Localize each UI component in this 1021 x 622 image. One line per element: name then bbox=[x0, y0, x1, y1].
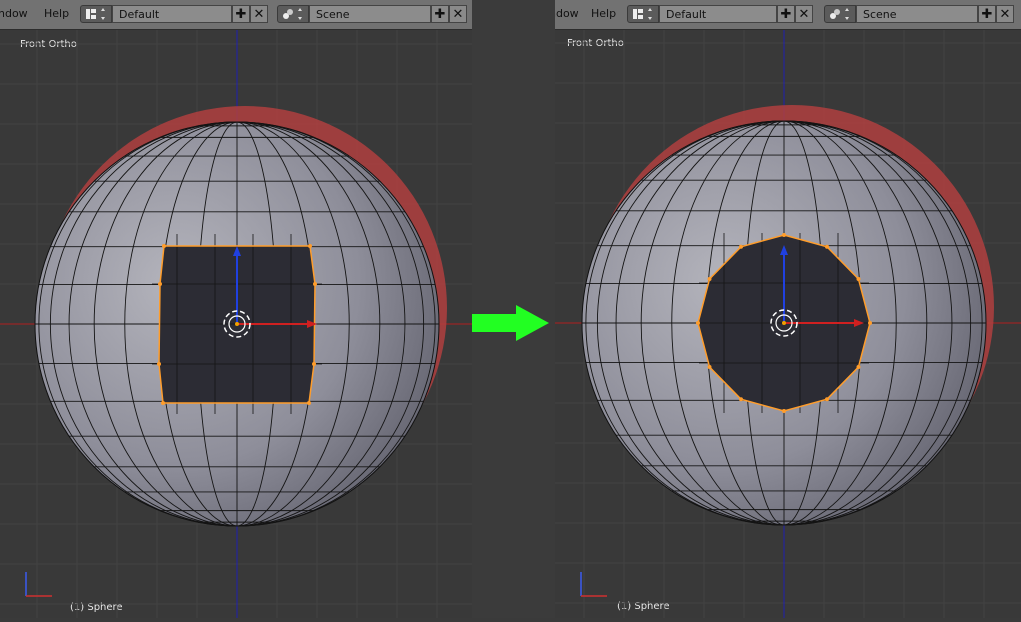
arrow-icon bbox=[472, 305, 549, 341]
viewport-canvas[interactable] bbox=[0, 30, 472, 618]
screen-layout-icon[interactable] bbox=[627, 5, 659, 23]
menu-window[interactable]: ndow bbox=[0, 7, 28, 20]
separator-gap bbox=[472, 0, 555, 618]
close-screen-icon[interactable]: ✕ bbox=[795, 5, 813, 23]
viewport-canvas[interactable] bbox=[555, 30, 1021, 618]
scene-selector[interactable]: Scene ✚ ✕ bbox=[824, 5, 1014, 23]
scene-selector[interactable]: Scene ✚ ✕ bbox=[277, 5, 467, 23]
add-screen-icon[interactable]: ✚ bbox=[232, 5, 250, 23]
scene-icon[interactable] bbox=[277, 5, 309, 23]
screen-layout-selector[interactable]: Default ✚ ✕ bbox=[80, 5, 268, 23]
screen-layout-icon[interactable] bbox=[80, 5, 112, 23]
add-scene-icon[interactable]: ✚ bbox=[978, 5, 996, 23]
info-header: ndow Help Default ✚ ✕ Scene ✚ ✕ bbox=[555, 0, 1021, 30]
viewport-panel-before: ndow Help Default ✚ ✕ Scene ✚ ✕ Front Or… bbox=[0, 0, 472, 618]
axis-gizmo-icon bbox=[580, 572, 607, 597]
menu-help[interactable]: Help bbox=[44, 7, 69, 20]
scene-icon[interactable] bbox=[824, 5, 856, 23]
menu-window[interactable]: ndow bbox=[555, 7, 579, 20]
viewport-panel-after: ndow Help Default ✚ ✕ Scene ✚ ✕ Front Or… bbox=[555, 0, 1021, 618]
close-scene-icon[interactable]: ✕ bbox=[996, 5, 1014, 23]
screen-layout-field[interactable]: Default bbox=[659, 5, 777, 23]
axis-gizmo-icon bbox=[25, 572, 52, 597]
close-scene-icon[interactable]: ✕ bbox=[449, 5, 467, 23]
screen-layout-selector[interactable]: Default ✚ ✕ bbox=[627, 5, 813, 23]
menu-help[interactable]: Help bbox=[591, 7, 616, 20]
info-header: ndow Help Default ✚ ✕ Scene ✚ ✕ bbox=[0, 0, 472, 30]
scene-field[interactable]: Scene bbox=[856, 5, 978, 23]
origin-dot bbox=[235, 322, 239, 326]
add-screen-icon[interactable]: ✚ bbox=[777, 5, 795, 23]
close-screen-icon[interactable]: ✕ bbox=[250, 5, 268, 23]
screen-layout-field[interactable]: Default bbox=[112, 5, 232, 23]
scene-field[interactable]: Scene bbox=[309, 5, 431, 23]
origin-dot bbox=[782, 321, 786, 325]
add-scene-icon[interactable]: ✚ bbox=[431, 5, 449, 23]
